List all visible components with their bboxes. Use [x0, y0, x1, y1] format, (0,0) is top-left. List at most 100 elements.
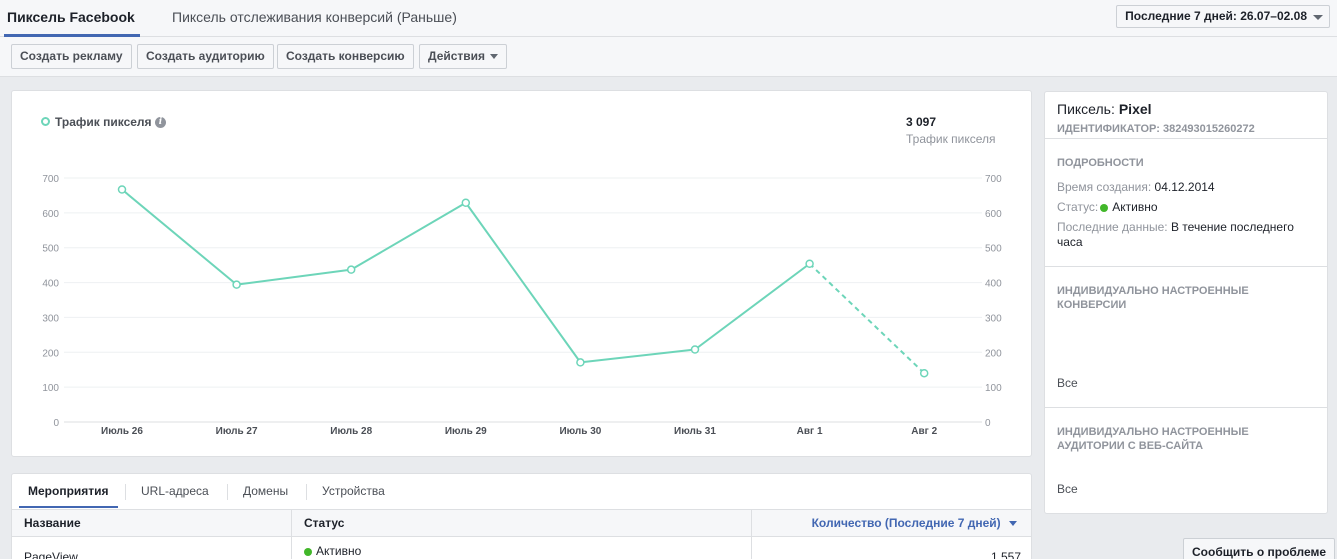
last-data-value-cont: часа — [1057, 235, 1083, 249]
column-header-status[interactable]: Статус — [304, 510, 344, 537]
tab-conversion-pixel-legacy[interactable]: Пиксель отслеживания конверсий (Раньше) — [172, 0, 457, 37]
tab-divider — [306, 484, 307, 500]
status-value: Активно — [1112, 200, 1158, 214]
y-tick-label-right: 300 — [985, 313, 1002, 324]
x-tick-label: Июль 28 — [330, 426, 372, 437]
event-count-cell: 1 557 — [990, 550, 1021, 559]
info-icon[interactable]: i — [155, 117, 166, 128]
tab-facebook-pixel[interactable]: Пиксель Facebook — [4, 0, 140, 37]
legend-marker — [41, 117, 50, 126]
details-header: ПОДРОБНОСТИ — [1057, 157, 1144, 169]
table-header: Название Статус Количество (Последние 7 … — [12, 509, 1031, 537]
tab-devices[interactable]: Устройства — [322, 474, 385, 508]
actions-label: Действия — [428, 49, 486, 63]
y-tick-label-left: 400 — [42, 279, 59, 290]
y-tick-label-right: 500 — [985, 244, 1002, 255]
event-status-value: Активно — [316, 544, 362, 558]
chevron-down-icon — [490, 54, 499, 60]
series-line-segment — [694, 262, 811, 351]
y-tick-label-right: 400 — [985, 279, 1002, 290]
data-point — [461, 198, 471, 207]
y-tick-label-right: 200 — [985, 348, 1002, 359]
last-data-value: В течение последнего — [1170, 220, 1294, 234]
last-data-label: Последние данные: — [1057, 220, 1168, 234]
y-tick-label-right: 700 — [985, 174, 1002, 185]
status-active-icon — [1100, 204, 1109, 212]
column-divider — [291, 509, 292, 559]
total-traffic-value: 3 097 — [906, 115, 937, 129]
custom-audiences-header-line2: АУДИТОРИИ С ВЕБ-САЙТА — [1057, 440, 1204, 452]
x-tick-label: Июль 26 — [101, 426, 143, 437]
tab-events[interactable]: Мероприятия — [19, 474, 118, 508]
tab-divider — [227, 484, 228, 500]
data-point — [690, 345, 700, 354]
data-point — [576, 358, 585, 367]
create-audience-button[interactable]: Создать аудиторию — [137, 44, 274, 69]
data-point — [805, 259, 814, 268]
date-range-label: Последние 7 дней: 26.07–02.08 — [1125, 9, 1307, 23]
x-tick-label: Июль 27 — [216, 426, 258, 437]
custom-audiences-header-line1: ИНДИВИДУАЛЬНО НАСТРОЕННЫЕ — [1057, 426, 1249, 438]
chevron-down-icon — [1313, 15, 1323, 20]
y-tick-label-left: 100 — [42, 383, 59, 394]
pixel-label: Пиксель: — [1057, 101, 1115, 117]
y-tick-label-left: 200 — [42, 348, 59, 359]
pixel-traffic-chart-card: 0 0 100 100 200 200 300 300 400 400 500 500 600 600 70… — [11, 90, 1032, 457]
status-label: Статус: — [1057, 200, 1099, 214]
y-tick-label-right: 600 — [985, 209, 1002, 220]
custom-conversions-header: ИНДИВИДУАЛЬНО НАСТРОЕННЫЕ КОНВЕРСИИ — [1057, 284, 1249, 312]
column-header-count[interactable]: Количество (Последние 7 дней) — [812, 510, 1017, 537]
series-line-segment-partial — [808, 263, 925, 374]
event-status-cell: Активно — [304, 544, 361, 558]
custom-audiences-all-link[interactable]: Все — [1057, 482, 1078, 496]
events-table-card: Мероприятия URL-адреса Домены Устройства… — [11, 473, 1032, 559]
y-tick-label-left: 500 — [42, 244, 59, 255]
count-header-label: Количество (Последние 7 дней) — [811, 516, 1001, 530]
y-tick-label-left: 700 — [42, 174, 59, 185]
data-point — [919, 368, 929, 378]
data-point — [232, 280, 241, 289]
pixel-details-card: Пиксель: Pixel ИДЕНТИФИКАТОР: 38249301526… — [1044, 91, 1328, 514]
tab-divider — [125, 484, 126, 500]
pixel-traffic-chart: 0 0 100 100 200 200 300 300 400 400 500 500 600 600 70… — [42, 174, 1002, 437]
tab-domains[interactable]: Домены — [243, 474, 288, 508]
date-range-selector[interactable]: Последние 7 дней: 26.07–02.08 — [1116, 5, 1330, 28]
custom-conversions-header-line2: КОНВЕРСИИ — [1057, 299, 1127, 311]
custom-conversions-all-link[interactable]: Все — [1057, 376, 1078, 390]
status-active-icon — [304, 548, 312, 556]
x-tick-label: Авг 1 — [797, 426, 823, 437]
total-traffic-label: Трафик пикселя — [906, 132, 996, 146]
data-point — [346, 265, 356, 274]
y-tick-label-right: 100 — [985, 383, 1002, 394]
created-row: Время создания: 04.12.2014 — [1057, 180, 1215, 194]
y-tick-label-right: 0 — [985, 418, 991, 429]
custom-conversions-section: ИНДИВИДУАЛЬНО НАСТРОЕННЫЕ КОНВЕРСИИ Все — [1045, 266, 1327, 407]
x-tick-label: Июль 30 — [559, 426, 601, 437]
report-problem-button[interactable]: Сообщить о проблеме — [1183, 538, 1336, 559]
create-ad-button[interactable]: Создать рекламу — [11, 44, 132, 69]
legend-label: Трафик пикселя — [55, 115, 152, 129]
actions-dropdown-button[interactable]: Действия — [419, 44, 508, 69]
column-divider — [751, 509, 752, 559]
sort-desc-icon — [1009, 521, 1017, 527]
y-tick-label-left: 600 — [42, 209, 59, 220]
pixel-id: ИДЕНТИФИКАТОР: 382493015260272 — [1057, 123, 1255, 135]
pixel-name: Pixel — [1118, 101, 1152, 117]
details-section: ПОДРОБНОСТИ Время создания: 04.12.2014 С… — [1045, 138, 1327, 266]
create-conversion-button[interactable]: Создать конверсию — [277, 44, 414, 69]
x-tick-label: Июль 29 — [445, 426, 487, 437]
series-line-segment — [580, 348, 696, 364]
x-tick-label: Авг 2 — [911, 426, 937, 437]
column-header-name[interactable]: Название — [24, 510, 81, 537]
pixel-title: Пиксель: Pixel — [1057, 101, 1152, 117]
custom-audiences-header: ИНДИВИДУАЛЬНО НАСТРОЕННЫЕ АУДИТОРИИ С ВЕ… — [1057, 425, 1249, 453]
custom-conversions-header-line1: ИНДИВИДУАЛЬНО НАСТРОЕННЫЕ — [1057, 285, 1249, 297]
data-point — [117, 185, 127, 194]
last-data-row: Последние данные: В течение последнего ч… — [1057, 220, 1294, 250]
event-name-cell: PageView — [24, 550, 78, 559]
x-tick-label: Июль 31 — [674, 426, 716, 437]
action-toolbar: Создать рекламу Создать аудиторию Создат… — [0, 37, 1337, 77]
y-tick-label-left: 300 — [42, 313, 59, 324]
series-line-segment — [121, 188, 238, 286]
tab-urls[interactable]: URL-адреса — [141, 474, 209, 508]
